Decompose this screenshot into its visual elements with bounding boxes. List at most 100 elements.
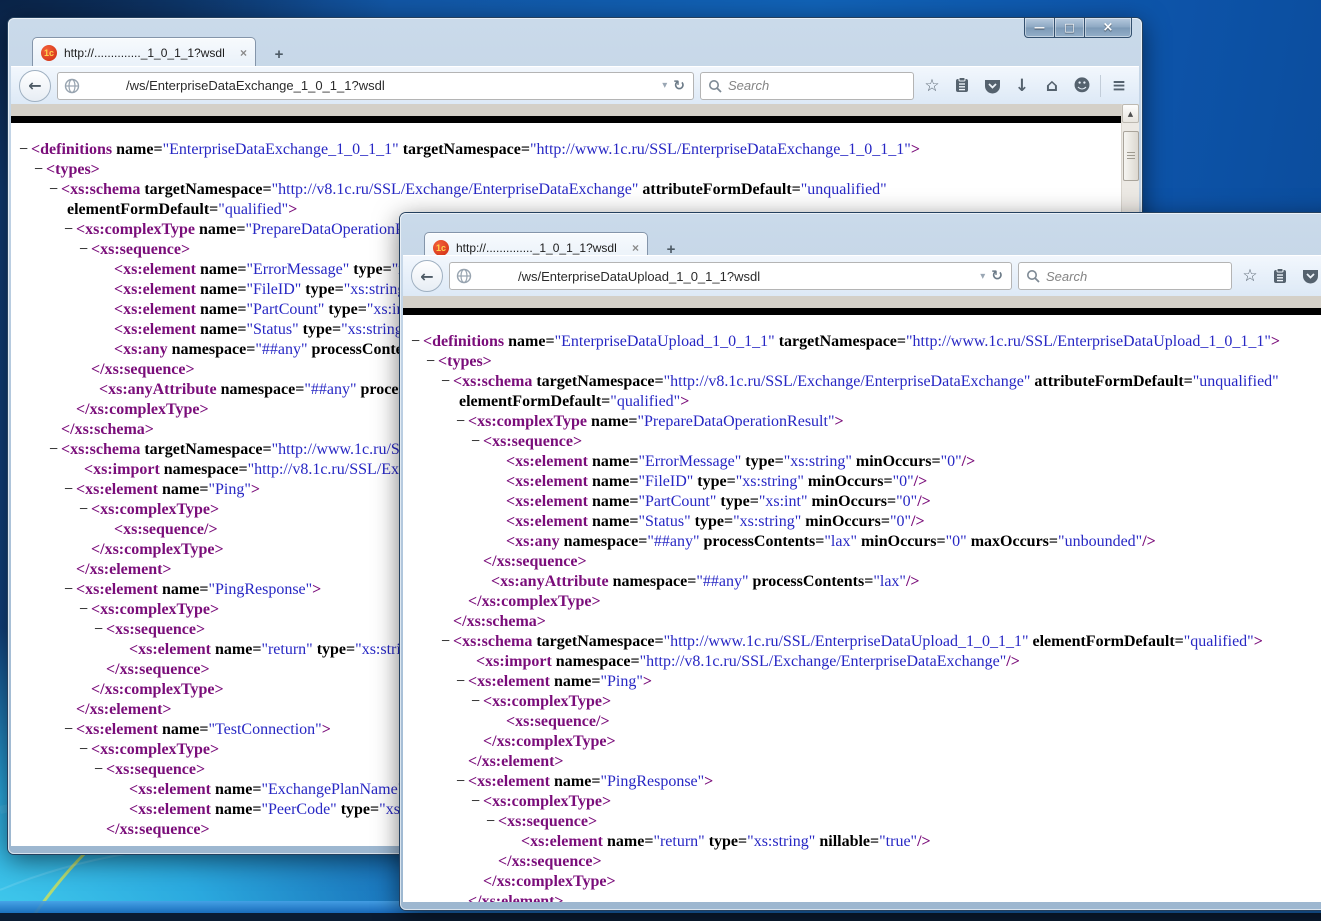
search-icon (708, 79, 722, 93)
url-bar[interactable]: /ws/EnterpriseDataUpload_1_0_1_1?wsdl ▾ … (449, 262, 1012, 290)
collapse-toggle-icon[interactable]: − (64, 480, 76, 500)
pocket-icon[interactable] (1298, 263, 1321, 289)
collapse-toggle-icon[interactable]: − (79, 740, 91, 760)
bookmarks-menu-icon[interactable] (950, 73, 974, 99)
download-icon[interactable]: ↓ (1010, 73, 1034, 99)
page-content: −<definitions name="EnterpriseDataUpload… (403, 296, 1321, 902)
collapse-toggle-icon[interactable]: − (79, 240, 91, 260)
xml-line: <xs:import namespace="http://v8.1c.ru/SS… (411, 652, 1321, 672)
browser-window-upload: 1c http://.............._1_0_1_1?wsdl × … (400, 213, 1321, 910)
xml-line: −<types> (411, 352, 1321, 372)
xml-line: </xs:sequence> (411, 852, 1321, 872)
bookmarks-menu-icon[interactable] (1268, 263, 1292, 289)
search-box[interactable]: Search (1018, 262, 1232, 290)
xml-line: elementFormDefault="qualified"> (411, 392, 1321, 412)
xml-tree: −<definitions name="EnterpriseDataUpload… (403, 315, 1321, 902)
collapse-toggle-icon[interactable]: − (456, 772, 468, 792)
collapse-toggle-icon[interactable]: − (64, 720, 76, 740)
page-top-gray-strip (403, 296, 1321, 308)
collapse-toggle-icon[interactable]: − (471, 432, 483, 452)
collapse-toggle-icon[interactable]: − (49, 180, 61, 200)
collapse-toggle-icon[interactable]: − (426, 352, 438, 372)
desktop-wallpaper: — □ × 1c http://.............._1_0_1_1?w… (0, 0, 1321, 921)
collapse-toggle-icon[interactable]: − (49, 440, 61, 460)
reload-icon[interactable]: ↻ (989, 268, 1005, 284)
xml-line: </xs:element> (411, 892, 1321, 902)
favicon-1c-icon: 1c (41, 45, 57, 61)
search-box[interactable]: Search (700, 72, 914, 100)
close-icon: × (1103, 20, 1114, 35)
collapse-toggle-icon[interactable]: − (19, 140, 31, 160)
toolbar-divider (1100, 75, 1101, 97)
collapse-toggle-icon[interactable]: − (64, 220, 76, 240)
collapse-toggle-icon[interactable]: − (456, 672, 468, 692)
collapse-toggle-icon[interactable]: − (64, 580, 76, 600)
menu-hamburger-icon[interactable]: ≡ (1107, 73, 1131, 99)
xml-line: <xs:sequence/> (411, 712, 1321, 732)
collapse-toggle-icon[interactable]: − (94, 760, 106, 780)
tab-close-icon[interactable]: × (240, 46, 247, 60)
bookmark-star-icon[interactable]: ☆ (920, 73, 944, 99)
xml-line: −<xs:element name="Ping"> (411, 672, 1321, 692)
reload-icon[interactable]: ↻ (671, 78, 687, 94)
collapse-toggle-icon[interactable]: − (79, 600, 91, 620)
xml-line: </xs:schema> (411, 612, 1321, 632)
collapse-toggle-icon[interactable]: − (486, 812, 498, 832)
minimize-button[interactable]: — (1024, 18, 1055, 38)
collapse-toggle-icon[interactable]: − (411, 332, 423, 352)
bookmark-star-icon[interactable]: ☆ (1238, 263, 1262, 289)
scroll-up-button[interactable]: ▲ (1122, 104, 1139, 123)
xml-line: −<xs:sequence> (411, 812, 1321, 832)
url-bar[interactable]: /ws/EnterpriseDataExchange_1_0_1_1?wsdl … (57, 72, 694, 100)
page-top-black-rule (403, 308, 1321, 315)
collapse-toggle-icon[interactable]: − (79, 500, 91, 520)
new-tab-button[interactable]: + (266, 43, 292, 65)
globe-icon (456, 268, 472, 284)
xml-line: <xs:element name="return" type="xs:strin… (411, 832, 1321, 852)
scrollbar-thumb[interactable] (1123, 131, 1139, 181)
xml-line: −<xs:complexType> (411, 692, 1321, 712)
collapse-toggle-icon[interactable]: − (456, 412, 468, 432)
favicon-1c-icon: 1c (433, 240, 449, 256)
tab-title: http://.............._1_0_1_1?wsdl (456, 241, 625, 255)
xml-line: −<xs:schema targetNamespace="http://www.… (411, 632, 1321, 652)
xml-line: <xs:element name="ErrorMessage" type="xs… (411, 452, 1321, 472)
tab-title: http://.............._1_0_1_1?wsdl (64, 46, 233, 60)
minimize-icon: — (1034, 21, 1045, 34)
maximize-icon: □ (1064, 21, 1074, 34)
collapse-toggle-icon[interactable]: − (471, 792, 483, 812)
xml-line: −<types> (19, 160, 1139, 180)
wallpaper-bottom-strip (0, 913, 1321, 921)
home-icon[interactable]: ⌂ (1040, 73, 1064, 99)
url-dropdown-icon[interactable]: ▾ (976, 271, 989, 282)
back-button[interactable]: ← (411, 260, 443, 292)
page-top-gray-strip (11, 104, 1122, 116)
close-button[interactable]: × (1085, 18, 1132, 38)
xml-line: −<xs:complexType> (411, 792, 1321, 812)
window-controls: — □ × (1024, 18, 1132, 38)
back-button[interactable]: ← (19, 70, 51, 102)
tab-close-icon[interactable]: × (632, 241, 639, 255)
collapse-toggle-icon[interactable]: − (34, 160, 46, 180)
search-icon (1026, 269, 1040, 283)
pocket-icon[interactable] (980, 73, 1004, 99)
xml-line: <xs:anyAttribute namespace="##any" proce… (411, 572, 1321, 592)
feedback-smiley-icon[interactable]: ☻ (1070, 73, 1094, 99)
url-dropdown-icon[interactable]: ▾ (658, 80, 671, 91)
navigation-toolbar: ← /ws/EnterpriseDataUpload_1_0_1_1?wsdl … (403, 255, 1321, 297)
xml-line: <xs:element name="Status" type="xs:strin… (411, 512, 1321, 532)
browser-tab[interactable]: 1c http://.............._1_0_1_1?wsdl × (32, 37, 256, 67)
collapse-toggle-icon[interactable]: − (441, 632, 453, 652)
search-placeholder: Search (728, 78, 769, 93)
maximize-button[interactable]: □ (1055, 18, 1085, 38)
tab-strip: 1c http://.............._1_0_1_1?wsdl × … (32, 37, 292, 67)
url-text: /ws/EnterpriseDataUpload_1_0_1_1?wsdl (518, 269, 976, 284)
xml-line: −<definitions name="EnterpriseDataUpload… (411, 332, 1321, 352)
collapse-toggle-icon[interactable]: − (471, 692, 483, 712)
xml-line: −<xs:sequence> (411, 432, 1321, 452)
navigation-toolbar: ← /ws/EnterpriseDataExchange_1_0_1_1?wsd… (11, 66, 1139, 105)
xml-line: −<xs:element name="PingResponse"> (411, 772, 1321, 792)
collapse-toggle-icon[interactable]: − (441, 372, 453, 392)
collapse-toggle-icon[interactable]: − (94, 620, 106, 640)
xml-line: </xs:complexType> (411, 732, 1321, 752)
